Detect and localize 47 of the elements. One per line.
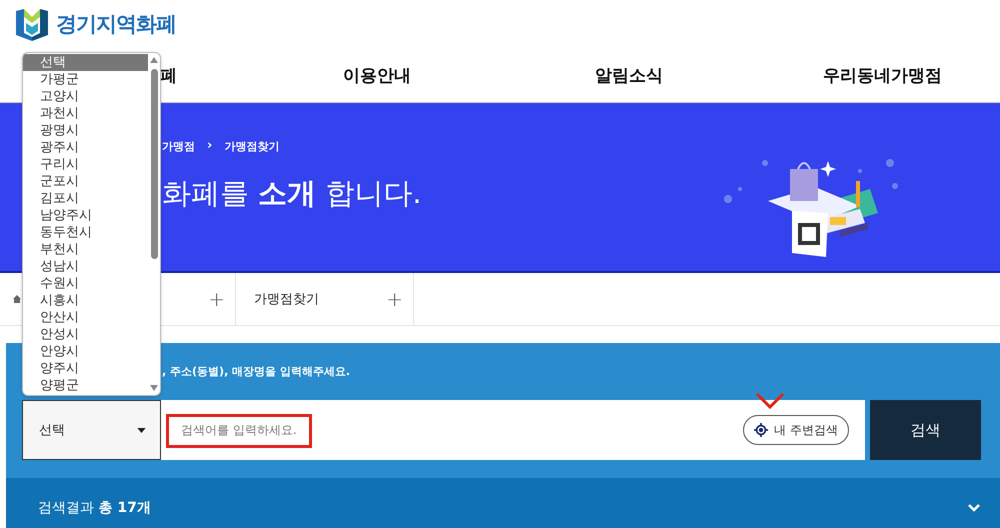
dropdown-option[interactable]: 광명시: [23, 122, 148, 139]
dropdown-option[interactable]: 구리시: [23, 156, 148, 173]
dropdown-option[interactable]: 안산시: [23, 309, 148, 326]
banner-title: 화폐를 소개 합니다.: [162, 176, 422, 210]
dropdown-option[interactable]: 안양시: [23, 343, 148, 360]
search-field[interactable]: 검색어를 입력하세요. 내 주변검색: [161, 400, 865, 460]
nav-link[interactable]: 폐: [160, 64, 177, 86]
breadcrumb-link[interactable]: 가맹점: [162, 139, 195, 154]
nav-link[interactable]: 이용안내: [343, 64, 411, 86]
nav-link[interactable]: 우리동네가맹점: [823, 64, 942, 86]
dropdown-option[interactable]: 선택: [23, 54, 148, 71]
dropdown-option[interactable]: 안성시: [23, 326, 148, 343]
expand-button[interactable]: +: [386, 287, 403, 311]
location-target-icon: [754, 423, 768, 437]
dropdown-option[interactable]: 성남시: [23, 258, 148, 275]
dropdown-option[interactable]: 고양시: [23, 88, 148, 105]
chevron-down-icon: [968, 504, 980, 512]
breadcrumb-separator: ›: [207, 139, 212, 154]
nav-link[interactable]: 알림소식: [595, 64, 663, 86]
dropdown-option[interactable]: 가평군: [23, 71, 148, 88]
dropdown-option[interactable]: 군포시: [23, 173, 148, 190]
expand-button[interactable]: +: [208, 287, 225, 311]
dropdown-option[interactable]: 과천시: [23, 105, 148, 122]
check-mark-icon: [755, 392, 785, 410]
scroll-up-icon[interactable]: [150, 57, 158, 63]
dropdown-option[interactable]: 수원시: [23, 275, 148, 292]
search-hint: , 주소(동별), 매장명을 입력해주세요.: [162, 364, 350, 379]
region-select[interactable]: 선택: [22, 400, 161, 460]
home-icon[interactable]: [12, 294, 22, 304]
logo-icon: [14, 7, 50, 41]
dropdown-option[interactable]: 부천시: [23, 241, 148, 258]
breadcrumb-tab[interactable]: 가맹점찾기: [254, 290, 319, 308]
scroll-down-icon[interactable]: [150, 385, 158, 391]
caret-icon: [137, 428, 146, 432]
results-bar[interactable]: 검색결과 총 17개: [6, 478, 1000, 528]
dropdown-option[interactable]: 광주시: [23, 139, 148, 156]
dropdown-option[interactable]: 김포시: [23, 190, 148, 207]
dropdown-option[interactable]: 동두천시: [23, 224, 148, 241]
logo-text[interactable]: 경기지역화폐: [56, 10, 176, 38]
breadcrumb-link[interactable]: 가맹점찾기: [224, 139, 280, 154]
dropdown-option[interactable]: 양주시: [23, 360, 148, 377]
search-button[interactable]: 검색: [870, 400, 981, 460]
nearby-search-button[interactable]: 내 주변검색: [743, 415, 849, 445]
dropdown-option[interactable]: 양평군: [23, 377, 148, 394]
dropdown-option[interactable]: 남양주시: [23, 207, 148, 224]
dropdown-option[interactable]: 시흥시: [23, 292, 148, 309]
results-summary: 검색결과 총 17개: [38, 499, 151, 517]
